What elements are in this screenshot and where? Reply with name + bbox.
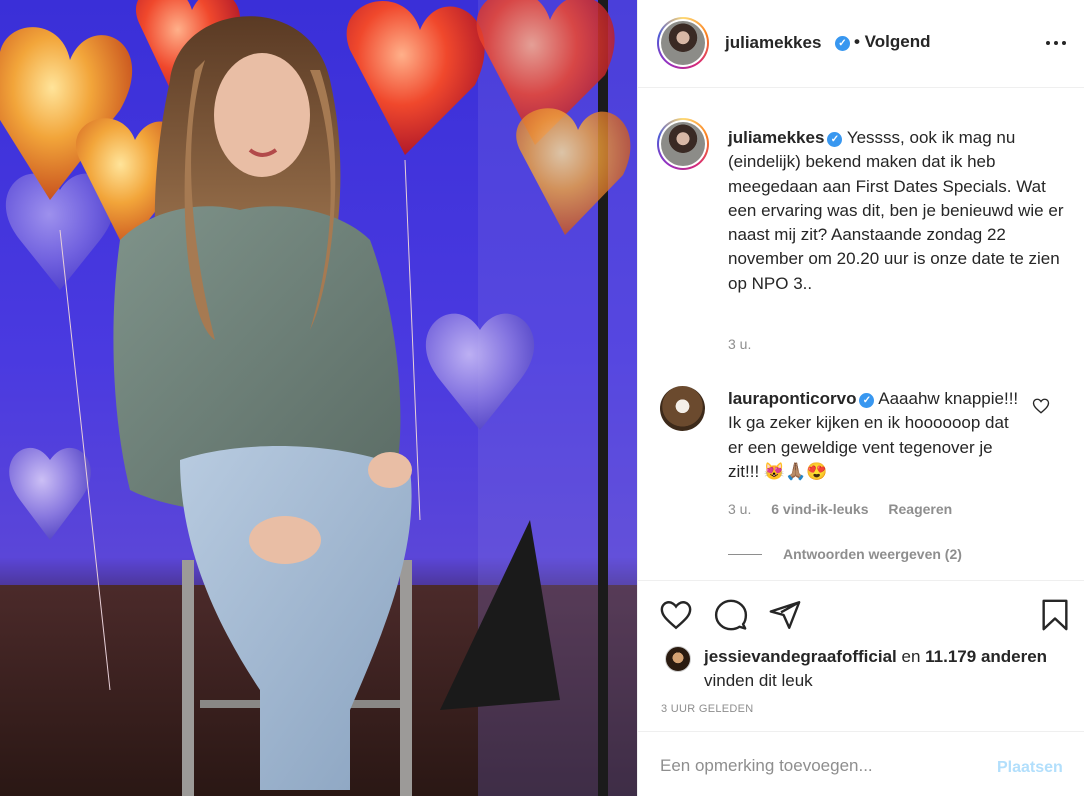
- liker-avatar[interactable]: [665, 646, 691, 672]
- caption-timestamp[interactable]: 3 u.: [728, 336, 751, 352]
- comment-timestamp[interactable]: 3 u.: [728, 501, 751, 517]
- verified-badge-icon: ✓: [835, 36, 850, 51]
- verified-badge-icon: ✓: [859, 393, 875, 408]
- bookmark-icon[interactable]: [1038, 598, 1072, 632]
- view-replies-button[interactable]: Antwoorden weergeven (2): [783, 546, 962, 562]
- post-comment-button[interactable]: Plaatsen: [997, 759, 1063, 777]
- comment-icon[interactable]: [714, 598, 748, 632]
- author-avatar[interactable]: [657, 17, 709, 69]
- comment-likes-count[interactable]: 6 vind-ik-leuks: [771, 501, 868, 517]
- reply-button[interactable]: Reageren: [888, 501, 952, 517]
- paper-plane-icon[interactable]: [768, 598, 802, 632]
- comment-text-block: lauraponticorvo ✓ Aaaahw knappie!!! Ik ga…: [728, 387, 1028, 484]
- add-comment-bar: Plaatsen: [638, 731, 1084, 796]
- liker-username[interactable]: jessievandegraafofficial: [704, 647, 897, 666]
- follow-status[interactable]: • Volgend: [854, 32, 930, 52]
- post-header: juliamekkes ✓ • Volgend: [638, 0, 1084, 88]
- post-detail-panel: juliamekkes ✓ • Volgend juliamekkes ✓ Yes…: [637, 0, 1084, 796]
- verified-badge-icon: ✓: [827, 132, 843, 147]
- caption-author-avatar[interactable]: [657, 118, 709, 170]
- likes-connector: en: [901, 647, 921, 666]
- likes-count[interactable]: 11.179 anderen: [925, 647, 1047, 666]
- more-options-icon[interactable]: [1044, 30, 1068, 54]
- caption-text-block: juliamekkes ✓ Yessss, ook ik mag nu (eind…: [728, 126, 1068, 296]
- comment-meta: 3 u. 6 vind-ik-leuks Reageren: [728, 501, 968, 517]
- caption-username[interactable]: juliamekkes: [728, 128, 824, 147]
- replies-divider: [728, 554, 762, 555]
- commenter-avatar[interactable]: [660, 386, 705, 431]
- post-timestamp[interactable]: 3 UUR GELEDEN: [661, 703, 754, 715]
- comment-username[interactable]: lauraponticorvo: [728, 389, 856, 408]
- likes-summary: jessievandegraafofficial en 11.179 ander…: [704, 645, 1074, 693]
- comment-input[interactable]: [660, 756, 980, 776]
- author-username[interactable]: juliamekkes: [725, 33, 821, 53]
- likes-suffix: vinden dit leuk: [704, 671, 813, 690]
- comment-heart-icon[interactable]: [1032, 397, 1050, 415]
- photo-illustration: [0, 0, 637, 796]
- post-photo[interactable]: [0, 0, 637, 796]
- heart-icon[interactable]: [659, 598, 693, 632]
- caption-body: Yessss, ook ik mag nu (eindelijk) bekend…: [728, 128, 1064, 293]
- post-actions: jessievandegraafofficial en 11.179 ander…: [638, 580, 1084, 728]
